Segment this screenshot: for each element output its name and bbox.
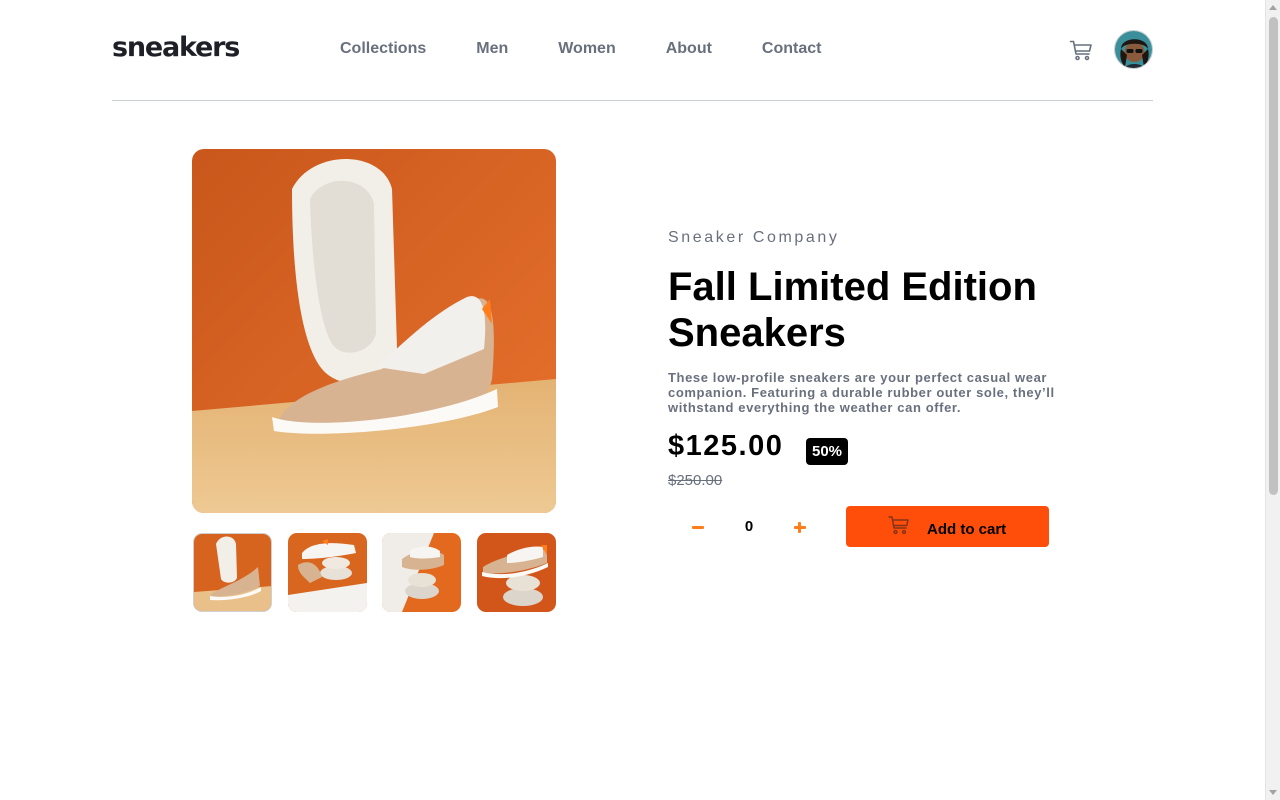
logo[interactable]: sneakers [112,32,240,63]
thumbnail-3[interactable] [382,533,461,612]
nav-about[interactable]: About [666,40,712,58]
company-name: Sneaker Company [668,229,840,246]
plus-icon[interactable] [786,515,812,539]
nav-women[interactable]: Women [558,40,615,58]
nav-men[interactable]: Men [476,40,508,58]
add-to-cart-button[interactable]: Add to cart [846,506,1049,547]
site-header: sneakers Collections Men Women About Con… [112,0,1153,101]
cart-icon [888,515,910,535]
scrollbar-thumb[interactable] [1269,17,1278,495]
main-nav: Collections Men Women About Contact [340,40,871,58]
current-price: $125.00 [668,430,784,462]
minus-icon[interactable] [684,515,710,539]
nav-collections[interactable]: Collections [340,40,426,58]
nav-contact[interactable]: Contact [762,40,822,58]
page-scrollbar[interactable] [1265,0,1280,800]
discount-badge: 50% [806,438,848,465]
cart-icon[interactable] [1069,38,1093,62]
thumbnail-4[interactable] [477,533,556,612]
thumbnail-strip [192,533,556,613]
original-price: $250.00 [668,472,723,489]
product-main-image[interactable] [192,149,556,513]
add-to-cart-label: Add to cart [927,521,1007,538]
product-description: These low-profile sneakers are your perf… [668,370,1055,415]
product-title: Fall Limited Edition Sneakers [668,265,1037,355]
quantity-value: 0 [744,518,754,535]
scroll-up-arrow-icon[interactable] [1269,5,1277,10]
thumbnail-1[interactable] [193,533,272,612]
avatar[interactable] [1114,30,1153,69]
scroll-down-arrow-icon[interactable] [1269,790,1277,795]
quantity-stepper: 0 [668,506,824,547]
thumbnail-2[interactable] [288,533,367,612]
